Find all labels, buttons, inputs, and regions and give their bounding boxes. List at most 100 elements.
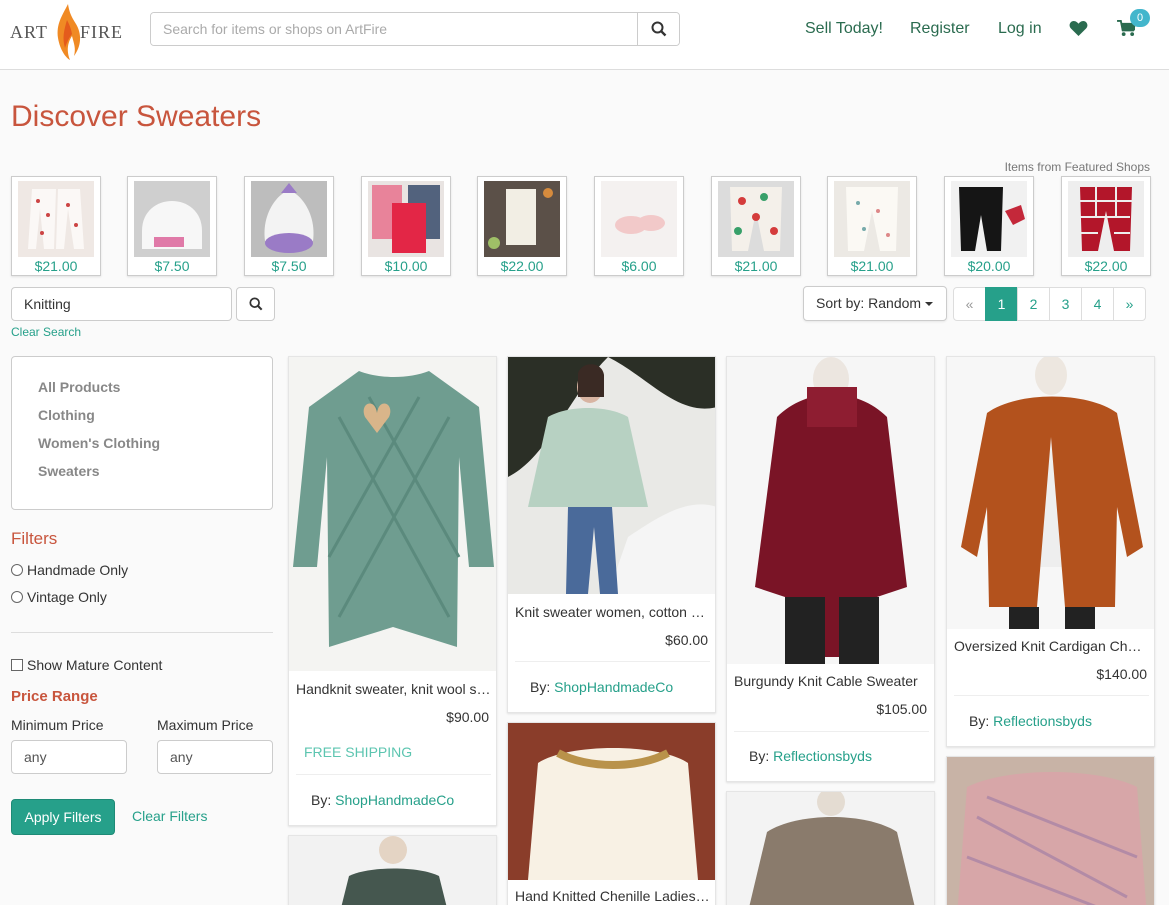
featured-item-price: $7.50 [154, 258, 190, 274]
search-icon [651, 21, 666, 37]
pagination-next[interactable]: » [1113, 287, 1146, 321]
product-image [289, 836, 496, 905]
artfire-logo[interactable]: ART FIRE [10, 2, 125, 62]
featured-item-price: $10.00 [384, 258, 428, 274]
pagination-page-4[interactable]: 4 [1081, 287, 1114, 321]
featured-item[interactable]: $20.00 [944, 176, 1034, 276]
category-womens-clothing[interactable]: Women's Clothing [38, 435, 160, 451]
product-seller: By: Reflectionsbyds [749, 748, 872, 764]
page-title: Discover Sweaters [11, 100, 262, 133]
product-card[interactable]: Oversized Knit Cardigan Chunky $140.00 B… [946, 356, 1155, 747]
product-title[interactable]: Burgundy Knit Cable Sweater [734, 673, 929, 689]
product-title[interactable]: Knit sweater women, cotton sweater [515, 604, 710, 620]
product-card[interactable] [726, 791, 935, 905]
sell-today-link[interactable]: Sell Today! [805, 20, 883, 38]
featured-shops-label: Items from Featured Shops [1004, 160, 1150, 174]
featured-item-price: $22.00 [1084, 258, 1128, 274]
featured-item-price: $7.50 [271, 258, 307, 274]
pagination-page-2[interactable]: 2 [1017, 287, 1050, 321]
filters-heading: Filters [11, 529, 58, 548]
product-card[interactable] [288, 835, 497, 905]
featured-item-image [368, 181, 444, 257]
featured-item-image [134, 181, 210, 257]
product-card[interactable] [946, 756, 1155, 905]
pagination: « 1 2 3 4 » [953, 287, 1146, 321]
product-image [947, 757, 1154, 905]
caret-down-icon [925, 302, 934, 307]
register-link[interactable]: Register [910, 20, 970, 38]
max-price-input[interactable] [157, 740, 273, 774]
featured-item[interactable]: $21.00 [827, 176, 917, 276]
product-card[interactable]: Hand Knitted Chenille Ladies Sweater [507, 722, 716, 905]
featured-item[interactable]: $21.00 [11, 176, 101, 276]
product-price: $90.00 [446, 709, 489, 725]
product-card[interactable]: Handknit sweater, knit wool sweater $90.… [288, 356, 497, 826]
product-price: $60.00 [665, 632, 708, 648]
clear-search-link[interactable]: Clear Search [11, 325, 81, 339]
apply-filters-button[interactable]: Apply Filters [11, 799, 115, 835]
login-link[interactable]: Log in [998, 20, 1042, 38]
featured-item-image [951, 181, 1027, 257]
featured-item[interactable]: $22.00 [477, 176, 567, 276]
pagination-page-3[interactable]: 3 [1049, 287, 1082, 321]
cart-count-badge: 0 [1130, 9, 1150, 27]
featured-item-image [251, 181, 327, 257]
seller-link[interactable]: ShopHandmadeCo [554, 679, 673, 695]
product-title[interactable]: Oversized Knit Cardigan Chunky [954, 638, 1149, 654]
product-seller: By: Reflectionsbyds [969, 713, 1092, 729]
category-sweaters[interactable]: Sweaters [38, 463, 99, 479]
featured-item-price: $21.00 [34, 258, 78, 274]
radio-button[interactable] [11, 564, 23, 576]
min-price-input[interactable] [11, 740, 127, 774]
site-search [150, 12, 680, 46]
product-card[interactable]: Knit sweater women, cotton sweater $60.0… [507, 356, 716, 713]
featured-item[interactable]: $22.00 [1061, 176, 1151, 276]
checkbox[interactable] [11, 659, 23, 671]
sort-dropdown[interactable]: Sort by: Random [803, 286, 947, 321]
keyword-search-button[interactable] [236, 287, 275, 321]
site-header: ART FIRE Sell Today! Register Log in 0 [0, 0, 1169, 70]
product-seller: By: ShopHandmadeCo [530, 679, 673, 695]
featured-item[interactable]: $21.00 [711, 176, 801, 276]
mature-content-option[interactable]: Show Mature Content [11, 657, 162, 673]
seller-link[interactable]: Reflectionsbyds [993, 713, 1092, 729]
seller-prefix: By: [311, 792, 332, 808]
seller-prefix: By: [749, 748, 770, 764]
seller-link[interactable]: ShopHandmadeCo [335, 792, 454, 808]
product-price: $105.00 [876, 701, 927, 717]
product-seller: By: ShopHandmadeCo [311, 792, 454, 808]
product-image [508, 357, 715, 594]
keyword-search-input[interactable] [11, 287, 232, 321]
product-title[interactable]: Handknit sweater, knit wool sweater [296, 681, 491, 697]
pagination-prev[interactable]: « [953, 287, 986, 321]
product-image [508, 723, 715, 880]
favorites-heart-icon[interactable] [1069, 20, 1088, 37]
featured-item-image [718, 181, 794, 257]
featured-item-price: $6.00 [621, 258, 657, 274]
featured-item[interactable]: $7.50 [127, 176, 217, 276]
site-search-input[interactable] [151, 13, 638, 45]
product-title[interactable]: Hand Knitted Chenille Ladies Sweater [515, 888, 710, 904]
handmade-only-option[interactable]: Handmade Only [11, 562, 128, 578]
sort-label: Sort by: Random [816, 295, 922, 311]
site-search-button[interactable] [637, 13, 679, 45]
radio-button[interactable] [11, 591, 23, 603]
category-clothing[interactable]: Clothing [38, 407, 95, 423]
handmade-only-label: Handmade Only [27, 562, 129, 578]
price-range-heading: Price Range [11, 688, 98, 705]
product-card[interactable]: Burgundy Knit Cable Sweater $105.00 By: … [726, 356, 935, 782]
divider [954, 695, 1149, 696]
vintage-only-option[interactable]: Vintage Only [11, 589, 107, 605]
vintage-only-label: Vintage Only [27, 589, 107, 605]
featured-item-price: $22.00 [500, 258, 544, 274]
featured-item[interactable]: $10.00 [361, 176, 451, 276]
featured-item[interactable]: $7.50 [244, 176, 334, 276]
product-price: $140.00 [1096, 666, 1147, 682]
clear-filters-link[interactable]: Clear Filters [132, 808, 207, 824]
featured-item[interactable]: $6.00 [594, 176, 684, 276]
category-all-products[interactable]: All Products [38, 379, 120, 395]
product-image [727, 357, 934, 664]
pagination-page-1[interactable]: 1 [985, 287, 1018, 321]
product-image [947, 357, 1154, 629]
seller-link[interactable]: Reflectionsbyds [773, 748, 872, 764]
